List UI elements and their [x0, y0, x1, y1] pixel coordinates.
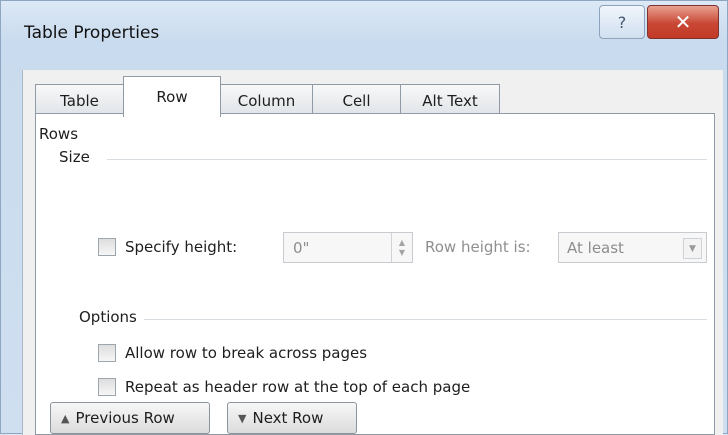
triangle-down-icon: ▼ [238, 411, 247, 425]
tab-table[interactable]: Table [35, 84, 124, 116]
tab-label: Column [237, 91, 296, 110]
tab-label: Alt Text [422, 91, 478, 110]
height-spinner[interactable]: 0" ▲ ▼ [283, 232, 413, 263]
tab-cell[interactable]: Cell [312, 84, 401, 116]
triangle-up-icon: ▲ [61, 411, 70, 425]
tab-label: Table [60, 91, 99, 110]
specify-height-label[interactable]: Specify height: [125, 238, 237, 256]
repeat-header-checkbox[interactable] [98, 378, 116, 396]
dialog-client-area: Table Row Column Cell Alt Text Rows Size… [22, 70, 723, 435]
height-value: 0" [293, 239, 310, 257]
options-group-divider [144, 319, 707, 320]
previous-row-label: Previous Row [75, 409, 175, 427]
tab-row[interactable]: Row [123, 76, 221, 117]
row-tab-panel: Rows Size Specify height: 0" ▲ ▼ Row heig… [35, 113, 715, 435]
help-button[interactable]: ? [599, 5, 645, 39]
dialog-title: Table Properties [24, 23, 160, 43]
row-height-is-value: At least [567, 239, 624, 257]
chevron-down-icon[interactable]: ▼ [683, 238, 702, 259]
tab-alt-text[interactable]: Alt Text [400, 84, 500, 116]
size-group-label: Size [59, 148, 90, 166]
specify-height-checkbox[interactable] [98, 238, 116, 256]
row-height-is-select[interactable]: At least ▼ [558, 232, 707, 263]
close-button[interactable]: ✕ [647, 5, 719, 39]
tab-column[interactable]: Column [220, 84, 313, 116]
spinner-arrows-icon[interactable]: ▲ ▼ [391, 233, 412, 262]
row-height-is-label: Row height is: [425, 238, 531, 256]
repeat-header-label[interactable]: Repeat as header row at the top of each … [125, 378, 470, 396]
title-bar: Table Properties ? ✕ [1, 1, 727, 63]
next-row-label: Next Row [252, 409, 324, 427]
next-row-button[interactable]: ▼ Next Row [227, 402, 357, 434]
options-group-label: Options [79, 308, 137, 326]
tab-label: Row [156, 88, 188, 106]
allow-break-checkbox[interactable] [98, 344, 116, 362]
table-properties-dialog: Table Properties ? ✕ Table Row Column Ce… [0, 0, 728, 435]
size-group-divider [107, 159, 707, 160]
rows-heading: Rows [39, 125, 79, 143]
tab-label: Cell [342, 91, 371, 110]
allow-break-label[interactable]: Allow row to break across pages [125, 344, 367, 362]
previous-row-button[interactable]: ▲ Previous Row [50, 402, 210, 434]
help-icon: ? [617, 12, 627, 32]
close-icon: ✕ [674, 10, 692, 34]
